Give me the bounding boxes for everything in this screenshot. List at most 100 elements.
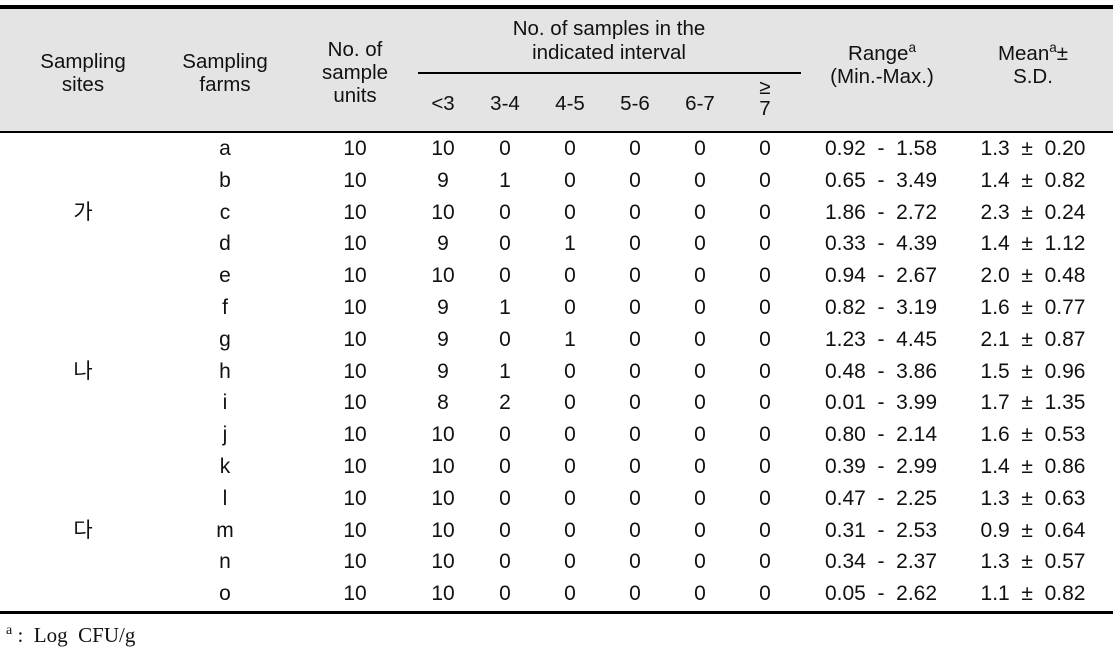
- cell-sample-units: 10: [343, 391, 367, 415]
- data-table: Sampling sites Sampling farms No. of sam…: [0, 0, 1113, 654]
- cell-interval-3-4: 0: [499, 550, 511, 574]
- cell-interval-3-4: 2: [499, 391, 511, 415]
- cell-mean: 1.3 ± 0.57: [980, 550, 1086, 574]
- cell-interval-3-4: 0: [499, 423, 511, 447]
- cell-range: 0.47 - 2.25: [824, 486, 938, 510]
- cell-interval-6-7: 0: [694, 423, 706, 447]
- cell-interval-6-7: 0: [694, 582, 706, 606]
- table-body: a 10 10 0 0 0 0 0 0.92 - 1.58 1.3 ± 0.20 b 10 9 1 0 0 0 0…: [0, 133, 1113, 610]
- cell-interval-6-7: 0: [694, 486, 706, 510]
- column-header-interval-ge7: ≥ 7: [734, 77, 796, 119]
- cell-interval-5-6: 0: [629, 550, 641, 574]
- cell-sample-units: 10: [343, 295, 367, 319]
- cell-sample-units: 10: [343, 518, 367, 542]
- cell-range: 0.34 - 2.37: [824, 550, 938, 574]
- cell-mean: 1.1 ± 0.82: [980, 582, 1086, 606]
- column-header-sample-units: No. of sample units: [296, 38, 414, 107]
- table-row: e 10 10 0 0 0 0 0 0.94 - 2.67 2.0 ± 0.48: [0, 260, 1113, 292]
- table-header: Sampling sites Sampling farms No. of sam…: [0, 5, 1113, 133]
- column-header-interval-lt3: <3: [431, 92, 455, 115]
- cell-interval-5-6: 0: [629, 232, 641, 256]
- cell-sample-units: 10: [343, 168, 367, 192]
- cell-interval-ge7: 0: [759, 137, 771, 160]
- column-header-sampling-sites-line2: sites: [61, 73, 105, 96]
- cell-sampling-farm: n: [219, 550, 231, 574]
- cell-interval-6-7: 0: [694, 327, 706, 351]
- cell-interval-ge7: 0: [759, 454, 771, 478]
- cell-sampling-farm: m: [216, 518, 234, 542]
- cell-interval-lt3: 9: [437, 359, 449, 383]
- column-header-sampling-farms-line1: Sampling: [182, 50, 268, 73]
- cell-interval-5-6: 0: [629, 295, 641, 319]
- cell-interval-5-6: 0: [629, 200, 641, 224]
- cell-interval-3-4: 0: [499, 518, 511, 542]
- cell-interval-4-5: 0: [564, 454, 576, 478]
- cell-interval-4-5: 1: [564, 232, 576, 256]
- cell-range: 0.94 - 2.67: [824, 264, 938, 288]
- cell-interval-3-4: 0: [499, 327, 511, 351]
- column-group-rule: [418, 72, 801, 74]
- column-group-header-intervals-line2: indicated interval: [532, 41, 686, 64]
- cell-interval-lt3: 10: [431, 486, 455, 510]
- cell-interval-5-6: 0: [629, 264, 641, 288]
- cell-sample-units: 10: [343, 264, 367, 288]
- table-row: a 10 10 0 0 0 0 0 0.92 - 1.58 1.3 ± 0.20: [0, 133, 1113, 165]
- cell-interval-ge7: 0: [759, 295, 771, 319]
- column-header-sample-units-line2: sample: [321, 61, 389, 84]
- column-header-mean-label: Mean: [997, 42, 1050, 65]
- cell-interval-4-5: 0: [564, 359, 576, 383]
- column-header-mean: Meana± S.D.: [958, 41, 1108, 88]
- cell-sample-units: 10: [343, 200, 367, 224]
- column-header-mean-line2: S.D.: [1013, 65, 1053, 88]
- cell-interval-ge7: 0: [759, 168, 771, 192]
- cell-interval-5-6: 0: [629, 582, 641, 606]
- table-row: 가 c 10 10 0 0 0 0 0 1.86 - 2.72 2.3 ± 0.24: [0, 197, 1113, 229]
- cell-interval-4-5: 0: [564, 486, 576, 510]
- cell-interval-ge7: 0: [759, 264, 771, 288]
- cell-interval-3-4: 0: [499, 200, 511, 224]
- cell-sample-units: 10: [343, 137, 367, 160]
- cell-interval-6-7: 0: [694, 232, 706, 256]
- column-header-range-line1: Rangea: [802, 41, 962, 65]
- cell-mean: 1.4 ± 0.86: [980, 454, 1086, 478]
- cell-interval-6-7: 0: [694, 264, 706, 288]
- cell-interval-3-4: 0: [499, 454, 511, 478]
- cell-interval-6-7: 0: [694, 359, 706, 383]
- cell-interval-lt3: 10: [431, 264, 455, 288]
- cell-mean: 1.3 ± 0.20: [980, 137, 1086, 160]
- cell-interval-4-5: 0: [564, 423, 576, 447]
- cell-range: 0.33 - 4.39: [824, 232, 938, 256]
- table-row: j 10 10 0 0 0 0 0 0.80 - 2.14 1.6 ± 0.53: [0, 419, 1113, 451]
- cell-sample-units: 10: [343, 486, 367, 510]
- cell-interval-4-5: 0: [564, 295, 576, 319]
- cell-sampling-farm: l: [222, 486, 228, 510]
- cell-mean: 0.9 ± 0.64: [980, 518, 1086, 542]
- cell-interval-lt3: 10: [431, 454, 455, 478]
- cell-range: 0.80 - 2.14: [824, 423, 938, 447]
- cell-interval-5-6: 0: [629, 486, 641, 510]
- column-header-sampling-farms: Sampling farms: [155, 50, 295, 96]
- column-header-interval-ge7-symbol: ≥: [759, 76, 771, 99]
- cell-sampling-farm: h: [219, 359, 231, 383]
- cell-interval-5-6: 0: [629, 423, 641, 447]
- cell-range: 0.48 - 3.86: [824, 359, 938, 383]
- cell-interval-4-5: 0: [564, 168, 576, 192]
- cell-interval-ge7: 0: [759, 550, 771, 574]
- cell-interval-3-4: 1: [499, 295, 511, 319]
- table-row: o 10 10 0 0 0 0 0 0.05 - 2.62 1.1 ± 0.82: [0, 578, 1113, 610]
- cell-interval-6-7: 0: [694, 391, 706, 415]
- cell-range: 0.65 - 3.49: [824, 168, 938, 192]
- cell-interval-4-5: 0: [564, 264, 576, 288]
- cell-mean: 1.4 ± 0.82: [980, 168, 1086, 192]
- column-header-sample-units-line3: units: [333, 84, 377, 107]
- cell-interval-5-6: 0: [629, 518, 641, 542]
- column-group-header-intervals-line1: No. of samples in the: [512, 17, 706, 40]
- cell-interval-lt3: 10: [431, 200, 455, 224]
- cell-interval-6-7: 0: [694, 295, 706, 319]
- column-header-mean-line1: Meana±: [958, 41, 1108, 65]
- column-header-interval-5-6: 5-6: [620, 92, 650, 115]
- cell-sample-units: 10: [343, 550, 367, 574]
- cell-interval-4-5: 0: [564, 550, 576, 574]
- cell-interval-4-5: 0: [564, 200, 576, 224]
- cell-interval-6-7: 0: [694, 454, 706, 478]
